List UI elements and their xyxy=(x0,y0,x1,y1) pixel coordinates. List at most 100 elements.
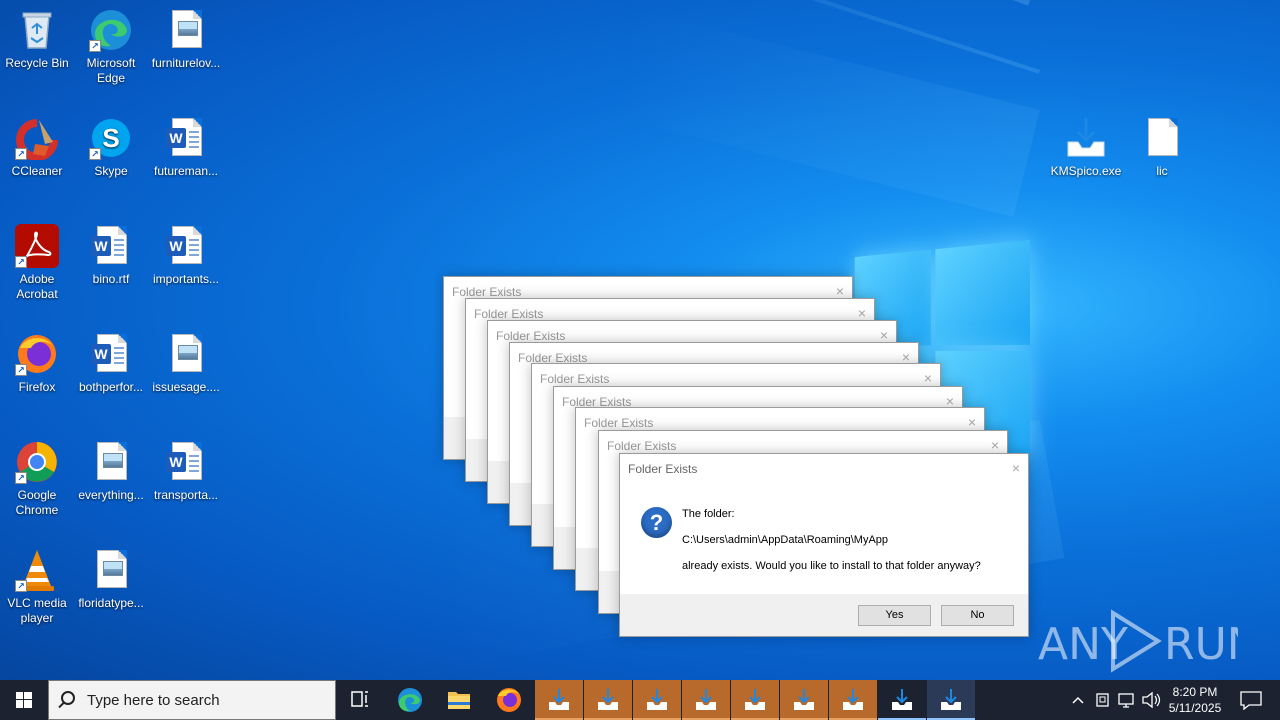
installer-icon xyxy=(892,689,912,710)
task-view-button[interactable] xyxy=(336,680,384,720)
close-icon[interactable]: × xyxy=(836,283,844,299)
firefox-icon: ↗ xyxy=(15,332,59,376)
shortcut-arrow-icon: ↗ xyxy=(15,472,27,484)
desktop-icon-label: furniturelov... xyxy=(151,56,221,70)
image-file-icon xyxy=(164,332,208,376)
tray-clock[interactable]: 8:20 PM 5/11/2025 xyxy=(1164,680,1226,720)
clock-time: 8:20 PM xyxy=(1172,685,1218,699)
desktop-icon-skype[interactable]: S ↗ Skype xyxy=(75,116,147,179)
installer-icon xyxy=(1064,116,1108,160)
tray-network-button[interactable] xyxy=(1116,680,1138,720)
desktop-icon-label: floridatype... xyxy=(78,596,144,610)
search-icon xyxy=(61,691,75,705)
taskbar-running-app[interactable] xyxy=(535,680,583,720)
task-view-icon xyxy=(351,691,368,707)
desktop-icon-label: everything... xyxy=(78,488,144,502)
chevron-up-icon xyxy=(1072,696,1084,704)
close-icon[interactable]: × xyxy=(880,327,888,343)
desktop-icon-everything[interactable]: everything... xyxy=(75,440,147,503)
close-icon[interactable]: × xyxy=(968,414,976,430)
taskbar: Type here to search 8:20 PM 5/11/2025 xyxy=(0,680,1280,720)
dialog-message-line1: The folder: xyxy=(682,508,735,520)
word-doc-icon: W xyxy=(89,224,133,268)
close-icon[interactable]: × xyxy=(924,370,932,386)
speaker-icon xyxy=(1142,691,1161,709)
desktop-icon-transporta[interactable]: W transporta... xyxy=(150,440,222,503)
desktop-icon-lic[interactable]: lic xyxy=(1126,116,1198,179)
dialog-folder-path: C:\Users\admin\AppData\Roaming\MyApp xyxy=(682,534,889,546)
word-doc-icon: W xyxy=(164,224,208,268)
image-file-icon xyxy=(164,8,208,52)
desktop-icon-label: importants... xyxy=(152,272,220,286)
installer-icon xyxy=(549,689,569,710)
taskbar-running-app[interactable] xyxy=(731,680,779,720)
skype-icon: S ↗ xyxy=(89,116,133,160)
word-doc-icon: W xyxy=(89,332,133,376)
desktop-icon-google-chrome[interactable]: ↗ Google Chrome xyxy=(1,440,73,518)
no-button[interactable]: No xyxy=(941,605,1014,626)
taskbar-firefox[interactable] xyxy=(485,680,533,720)
edge-icon: ↗ xyxy=(89,8,133,52)
dialog-title: Folder Exists xyxy=(474,307,544,321)
image-file-icon xyxy=(89,440,133,484)
dialog-message-line3: already exists. Would you like to instal… xyxy=(682,560,981,572)
taskbar-running-app[interactable] xyxy=(780,680,828,720)
shortcut-arrow-icon: ↗ xyxy=(15,256,27,268)
action-center-button[interactable] xyxy=(1232,680,1272,720)
start-button[interactable] xyxy=(0,680,48,720)
close-icon[interactable]: × xyxy=(991,437,999,453)
desktop-icon-futureman[interactable]: W futureman... xyxy=(150,116,222,179)
desktop-icon-ccleaner[interactable]: ↗ CCleaner xyxy=(1,116,73,179)
taskbar-running-app[interactable] xyxy=(682,680,730,720)
taskbar-running-app-active[interactable] xyxy=(927,680,975,720)
dialog-title: Folder Exists xyxy=(628,462,698,476)
taskbar-running-app[interactable] xyxy=(633,680,681,720)
desktop[interactable]: Recycle Bin ↗ CCleaner ↗ Adobe Acrobat ↗… xyxy=(0,0,1280,680)
yes-button[interactable]: Yes xyxy=(858,605,931,626)
dialog-title: Folder Exists xyxy=(540,372,610,386)
edge-icon xyxy=(398,688,422,712)
dialog-folder-exists[interactable]: Folder Exists × ? The folder: C:\Users\ad… xyxy=(619,453,1029,637)
desktop-icon-microsoft-edge[interactable]: ↗ Microsoft Edge xyxy=(75,8,147,86)
taskbar-running-app[interactable] xyxy=(878,680,926,720)
taskbar-running-app[interactable] xyxy=(584,680,632,720)
shortcut-arrow-icon: ↗ xyxy=(15,580,27,592)
desktop-icon-label: Recycle Bin xyxy=(5,56,69,70)
taskbar-edge[interactable] xyxy=(386,680,434,720)
chrome-icon: ↗ xyxy=(15,440,59,484)
close-icon[interactable]: × xyxy=(858,305,866,321)
desktop-icon-label: lic xyxy=(1156,164,1168,178)
desktop-icon-adobe-acrobat[interactable]: ↗ Adobe Acrobat xyxy=(1,224,73,302)
desktop-icon-label: bothperfor... xyxy=(78,380,144,394)
desktop-icon-label: Skype xyxy=(94,164,128,178)
dialog-title: Folder Exists xyxy=(584,416,654,430)
desktop-icon-bothperfor[interactable]: W bothperfor... xyxy=(75,332,147,395)
search-placeholder: Type here to search xyxy=(87,692,220,709)
desktop-icon-issuesage[interactable]: issuesage.... xyxy=(150,332,222,395)
taskbar-running-app[interactable] xyxy=(829,680,877,720)
tray-device-icon-button[interactable] xyxy=(1092,680,1114,720)
show-hidden-icons-button[interactable] xyxy=(1068,680,1088,720)
desktop-icon-kmspico[interactable]: KMSpico.exe xyxy=(1050,116,1122,179)
tray-volume-button[interactable] xyxy=(1140,680,1162,720)
desktop-icon-label: Microsoft Edge xyxy=(86,56,136,85)
anyrun-watermark: ANY RUN xyxy=(1038,607,1260,677)
desktop-icon-floridatype[interactable]: floridatype... xyxy=(75,548,147,611)
desktop-icon-bino-rtf[interactable]: W bino.rtf xyxy=(75,224,147,287)
installer-icon xyxy=(647,689,667,710)
vlc-icon: ↗ xyxy=(15,548,59,592)
desktop-icon-recycle-bin[interactable]: Recycle Bin xyxy=(1,8,73,71)
desktop-icon-vlc[interactable]: ↗ VLC media player xyxy=(1,548,73,626)
desktop-icon-label: KMSpico.exe xyxy=(1050,164,1122,178)
desktop-icon-label: CCleaner xyxy=(11,164,63,178)
desktop-icon-furniturelov[interactable]: furniturelov... xyxy=(150,8,222,71)
firefox-icon xyxy=(497,688,521,712)
word-doc-icon: W xyxy=(164,116,208,160)
desktop-icon-firefox[interactable]: ↗ Firefox xyxy=(1,332,73,395)
close-icon[interactable]: × xyxy=(1012,460,1020,476)
desktop-icon-label: futureman... xyxy=(153,164,219,178)
desktop-icon-label: VLC media player xyxy=(7,596,67,625)
taskbar-file-explorer[interactable] xyxy=(435,680,483,720)
taskbar-search-box[interactable]: Type here to search xyxy=(48,680,336,720)
desktop-icon-importants[interactable]: W importants... xyxy=(150,224,222,287)
